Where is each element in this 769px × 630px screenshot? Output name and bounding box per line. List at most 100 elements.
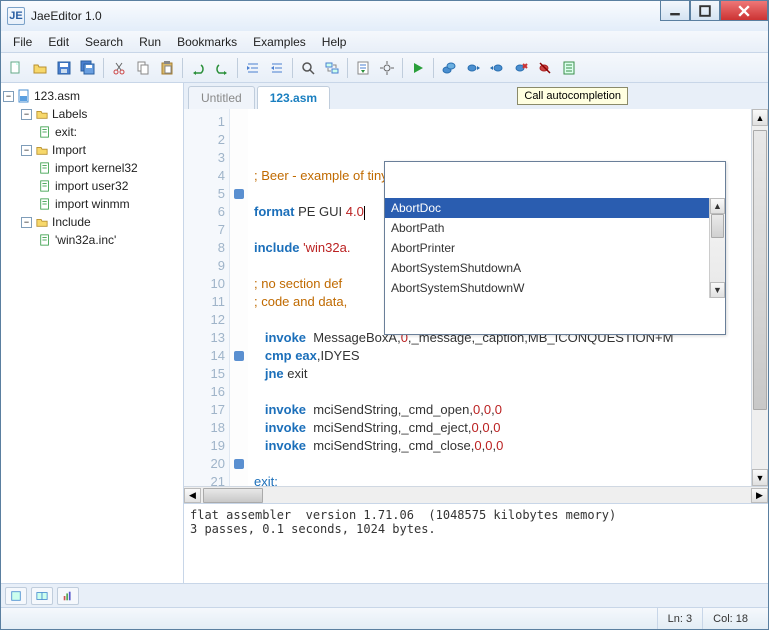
autocomplete-scrollbar[interactable]: ▲ ▼ [709,198,725,298]
document-icon [37,179,53,193]
line-gutter: 123456789101112131415161718192021 [184,109,230,486]
scrollbar-thumb[interactable] [203,488,263,503]
tree-node[interactable]: import winmm [1,195,183,213]
scrollbar-thumb[interactable] [753,130,767,410]
scroll-down-icon[interactable]: ▼ [710,282,725,298]
editor-tabs: Untitled123.asm Call autocompletion [184,83,768,109]
fold-marker-icon[interactable] [234,189,244,199]
tree-node[interactable]: exit: [1,123,183,141]
titlebar: JE JaeEditor 1.0 [1,1,768,31]
tree-node-label: import kernel32 [55,161,138,175]
undo-icon[interactable] [187,57,209,79]
maximize-button[interactable] [690,1,720,21]
code-line[interactable]: exit: [254,473,745,486]
copy-icon[interactable] [132,57,154,79]
fold-marker-icon[interactable] [234,351,244,361]
autocomplete-item[interactable]: AbortDoc [385,198,709,218]
find-icon[interactable] [297,57,319,79]
toolbar [1,53,768,83]
scroll-right-icon[interactable]: ▶ [751,488,768,503]
tree-node[interactable]: 'win32a.inc' [1,231,183,249]
tree-node[interactable]: − Include [1,213,183,231]
code-line[interactable]: cmp eax,IDYES [254,347,745,365]
save-icon[interactable] [53,57,75,79]
editor-horizontal-scrollbar[interactable]: ◀ ▶ [184,486,768,503]
collapse-icon[interactable]: − [21,217,32,228]
tree-node-label: 'win32a.inc' [55,233,116,247]
code-line[interactable]: invoke mciSendString,_cmd_open,0,0,0 [254,401,745,419]
paste-icon[interactable] [156,57,178,79]
bookmark-list-icon[interactable] [558,57,580,79]
tree-root-label: 123.asm [34,89,80,103]
indent-icon[interactable] [242,57,264,79]
output-panel[interactable]: flat assembler version 1.71.06 (1048575 … [184,503,768,583]
code-line[interactable]: invoke mciSendString,_cmd_eject,0,0,0 [254,419,745,437]
menu-run[interactable]: Run [131,33,169,51]
bookmark-prev-icon[interactable] [486,57,508,79]
code-line[interactable]: jne exit [254,365,745,383]
save-all-icon[interactable] [77,57,99,79]
editor-vertical-scrollbar[interactable]: ▲ ▼ [751,109,768,486]
scroll-up-icon[interactable]: ▲ [752,109,768,126]
editor-tab[interactable]: 123.asm [257,86,330,109]
bottom-tab-2[interactable] [31,587,53,605]
editor-tab[interactable]: Untitled [188,86,255,109]
redo-icon[interactable] [211,57,233,79]
menu-examples[interactable]: Examples [245,33,314,51]
menu-edit[interactable]: Edit [40,33,77,51]
menu-file[interactable]: File [5,33,40,51]
document-icon [37,161,53,175]
menu-help[interactable]: Help [314,33,355,51]
autocomplete-popup[interactable]: AbortDocAbortPathAbortPrinterAbortSystem… [384,161,726,335]
menu-search[interactable]: Search [77,33,131,51]
settings-icon[interactable] [376,57,398,79]
fold-column[interactable] [230,109,248,486]
autocomplete-item[interactable]: AbortSystemShutdownA [385,258,709,278]
run-icon[interactable] [407,57,429,79]
outdent-icon[interactable] [266,57,288,79]
bottom-tab-1[interactable] [5,587,27,605]
autocomplete-item[interactable]: AbortPath [385,218,709,238]
tree-node-label: Include [52,215,91,229]
folder-icon [34,215,50,229]
tree-node-label: exit: [55,125,77,139]
cut-icon[interactable] [108,57,130,79]
collapse-icon[interactable]: − [21,145,32,156]
code-line[interactable]: invoke mciSendString,_cmd_close,0,0,0 [254,437,745,455]
scroll-down-icon[interactable]: ▼ [752,469,768,486]
bookmark-next-icon[interactable] [462,57,484,79]
bookmark-delete-icon[interactable] [510,57,532,79]
new-file-icon[interactable] [5,57,27,79]
tree-node[interactable]: −Labels [1,105,183,123]
code-line[interactable] [254,455,745,473]
menu-bookmarks[interactable]: Bookmarks [169,33,245,51]
code-line[interactable] [254,383,745,401]
tree-node-label: import user32 [55,179,128,193]
goto-icon[interactable] [352,57,374,79]
minimize-button[interactable] [660,1,690,21]
replace-icon[interactable] [321,57,343,79]
collapse-icon[interactable]: − [3,91,14,102]
scrollbar-thumb[interactable] [711,214,724,238]
autocomplete-item[interactable]: AbortPrinter [385,238,709,258]
collapse-icon[interactable]: − [21,109,32,120]
close-button[interactable] [720,1,768,21]
tree-root[interactable]: − 123.asm [1,87,183,105]
tree-node[interactable]: import user32 [1,177,183,195]
folder-icon [34,107,50,121]
autocomplete-tooltip: Call autocompletion [517,87,628,105]
open-file-icon[interactable] [29,57,51,79]
tree-node[interactable]: import kernel32 [1,159,183,177]
code-area[interactable]: ; Beer - example of tiny (one section) W… [248,109,751,486]
bookmark-clear-icon[interactable] [534,57,556,79]
window-title: JaeEditor 1.0 [31,9,102,23]
tree-node[interactable]: −Import [1,141,183,159]
project-tree[interactable]: − 123.asm −Labels exit: −Import import kern… [1,83,184,583]
autocomplete-item[interactable]: AbortSystemShutdownW [385,278,709,298]
bookmark-toggle-icon[interactable] [438,57,460,79]
document-icon [37,197,53,211]
scroll-up-icon[interactable]: ▲ [710,198,725,214]
code-editor[interactable]: 123456789101112131415161718192021 ; Beer… [184,109,768,486]
bottom-tab-3[interactable] [57,587,79,605]
fold-marker-icon[interactable] [234,459,244,469]
